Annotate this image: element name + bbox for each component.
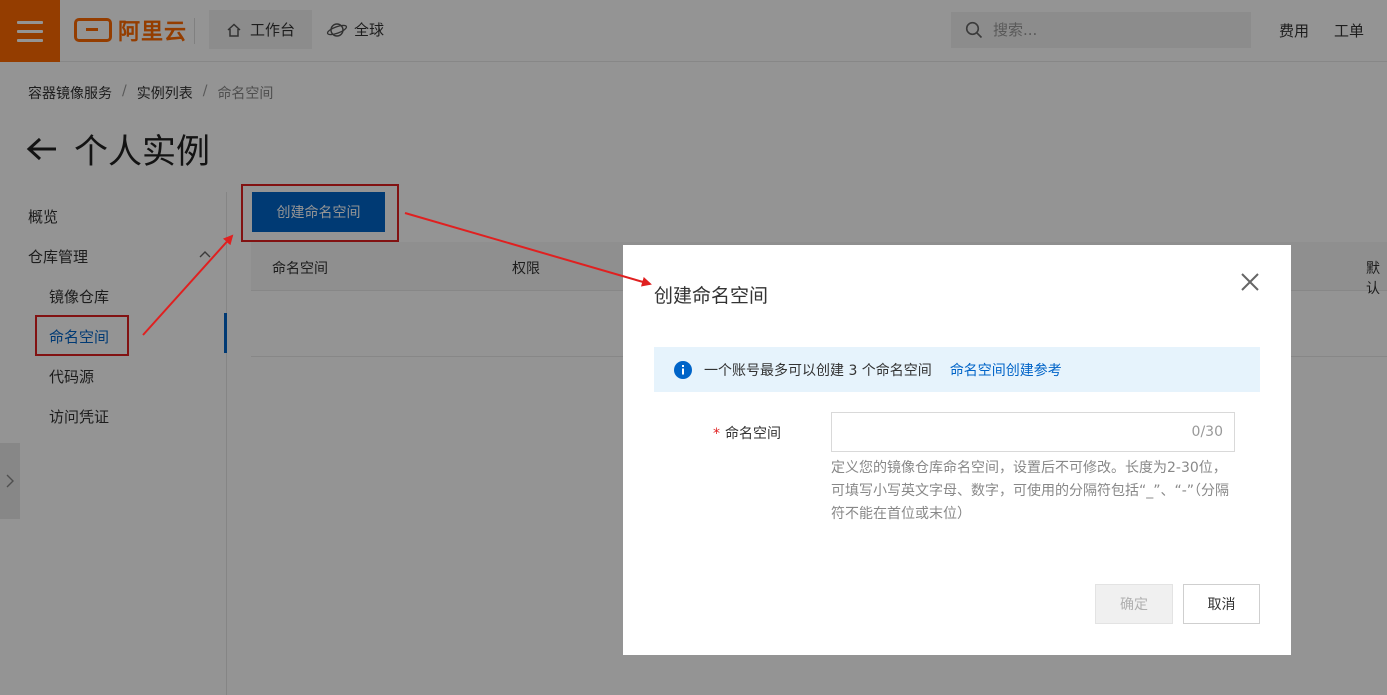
alert-text: 一个账号最多可以创建 3 个命名空间 [704,362,932,379]
field-help-text: 定义您的镜像仓库命名空间，设置后不可修改。长度为2-30位，可填写小写英文字母、… [831,460,1230,522]
create-namespace-dialog: 创建命名空间 一个账号最多可以创建 3 个命名空间 命名空间创建参考 * 命名空间… [623,245,1291,655]
dialog-title: 创建命名空间 [654,285,769,307]
namespace-reference-link[interactable]: 命名空间创建参考 [950,360,1062,380]
required-mark: * [713,426,720,442]
info-alert: 一个账号最多可以创建 3 个命名空间 命名空间创建参考 [654,347,1260,392]
namespace-field-label: * 命名空间 [713,423,781,443]
confirm-button[interactable]: 确定 [1095,584,1173,624]
cancel-button[interactable]: 取消 [1183,584,1260,624]
namespace-input[interactable] [832,413,1162,451]
namespace-input-wrapper[interactable]: 0/30 [831,412,1235,452]
char-counter: 0/30 [1191,424,1223,440]
close-icon[interactable] [1238,270,1262,294]
info-icon [674,360,692,379]
field-label-text: 命名空间 [725,426,781,442]
